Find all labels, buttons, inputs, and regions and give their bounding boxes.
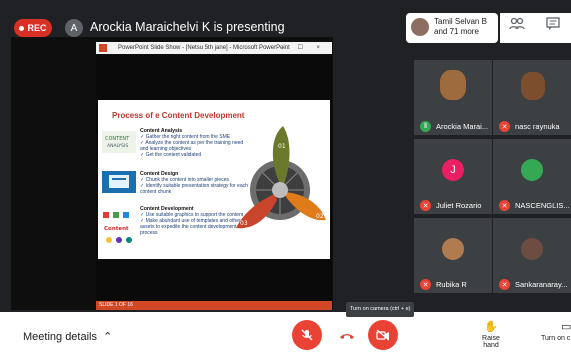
chat-icon[interactable]	[544, 17, 562, 35]
participant-avatar: J	[442, 159, 464, 181]
slide-status: SLIDE 1 OF 16	[99, 302, 133, 308]
mic-off-icon: ✕	[499, 279, 510, 290]
participant-name: Rubika R	[436, 280, 467, 289]
people-more: and 71 more	[434, 27, 479, 36]
blade-label-03: 03	[240, 220, 248, 227]
raise-hand-button[interactable]: ✋ Raise hand	[475, 320, 507, 349]
content-development-image: Content	[103, 212, 132, 243]
people-icon[interactable]	[508, 17, 526, 35]
content-design-image	[102, 171, 136, 193]
participant-grid: ⦀ Arockia Marai... ✕ nasc raynuka J ✕ Ju…	[414, 60, 571, 293]
speaking-indicator-icon: ⦀	[420, 121, 431, 132]
mic-off-icon	[301, 329, 313, 341]
hand-icon: ✋	[484, 321, 498, 333]
presenter-avatar: A	[65, 19, 83, 37]
camera-tooltip: Turn on camera (ctrl + e)	[346, 302, 415, 317]
raise-hand-label: Raise hand	[482, 335, 500, 349]
camera-toggle-button[interactable]	[368, 320, 398, 350]
people-summary[interactable]: Tamil Selvan Band 71 more	[406, 13, 498, 43]
participant-name: NASCENGLIS...	[515, 201, 570, 210]
participant-avatar	[521, 238, 543, 260]
participant-avatar	[521, 159, 543, 181]
leave-call-button[interactable]	[331, 320, 363, 352]
content-analysis-image: CONTENT ANALYSIS	[102, 131, 136, 153]
mic-off-icon: ✕	[420, 279, 431, 290]
participant-tile[interactable]: J ✕ Juliet Rozario	[414, 139, 492, 214]
captions-icon: ▭	[561, 321, 571, 333]
turn-on-captions-button[interactable]: ▭ Turn on c	[541, 320, 571, 342]
window-title: PowerPoint Slide Show - [Netsu 5th jane]…	[118, 45, 290, 51]
svg-text:Content: Content	[104, 226, 129, 232]
participant-tile[interactable]: ✕ NASCENGLIS...	[493, 139, 571, 214]
participant-tile[interactable]: ✕ Sankaranaray...	[493, 218, 571, 293]
participant-name: Arockia Marai...	[436, 122, 489, 131]
mic-toggle-button[interactable]	[292, 320, 322, 350]
meeting-details-label: Meeting details	[23, 331, 97, 343]
camera-off-icon	[376, 329, 390, 341]
presenting-text: Arockia Maraichelvi K is presenting	[90, 20, 285, 34]
record-dot-icon	[19, 25, 25, 31]
participant-name: nasc raynuka	[515, 122, 560, 131]
rec-label: REC	[27, 23, 47, 33]
participant-video	[521, 72, 545, 100]
participant-avatar	[442, 238, 464, 260]
participant-name: Sankaranaray...	[515, 280, 568, 289]
people-name: Tamil Selvan B	[434, 17, 487, 26]
svg-text:CONTENT: CONTENT	[105, 136, 130, 142]
hang-up-icon	[340, 334, 354, 339]
participant-name: Juliet Rozario	[436, 201, 482, 210]
blade-label-01: 01	[278, 143, 286, 150]
blade-label-02: 02	[316, 213, 324, 220]
chevron-up-icon: ⌃	[100, 331, 113, 343]
slide-title: Process of e Content Development	[112, 111, 245, 120]
mic-off-icon: ✕	[499, 200, 510, 211]
participant-avatar	[411, 18, 429, 36]
captions-label: Turn on c	[541, 335, 571, 342]
participant-video	[440, 70, 466, 100]
window-controls: – ☐ ×	[280, 45, 326, 51]
meeting-details-button[interactable]: Meeting details ⌃	[23, 330, 112, 343]
propeller-graphic: 01 02 03	[236, 126, 326, 229]
slideshow-status-bar: SLIDE 1 OF 16	[96, 301, 332, 310]
participant-tile[interactable]: ✕ Rubika R	[414, 218, 492, 293]
svg-text:ANALYSIS: ANALYSIS	[107, 143, 128, 149]
participant-tile[interactable]: ✕ nasc raynuka	[493, 60, 571, 135]
mic-off-icon: ✕	[420, 200, 431, 211]
powerpoint-icon	[99, 44, 107, 52]
recording-badge: REC	[14, 19, 52, 37]
window-title-bar: PowerPoint Slide Show - [Netsu 5th jane]…	[96, 42, 332, 54]
slide: Process of e Content Development CONTENT…	[98, 100, 330, 259]
participant-tile[interactable]: ⦀ Arockia Marai...	[414, 60, 492, 135]
mic-off-icon: ✕	[499, 121, 510, 132]
